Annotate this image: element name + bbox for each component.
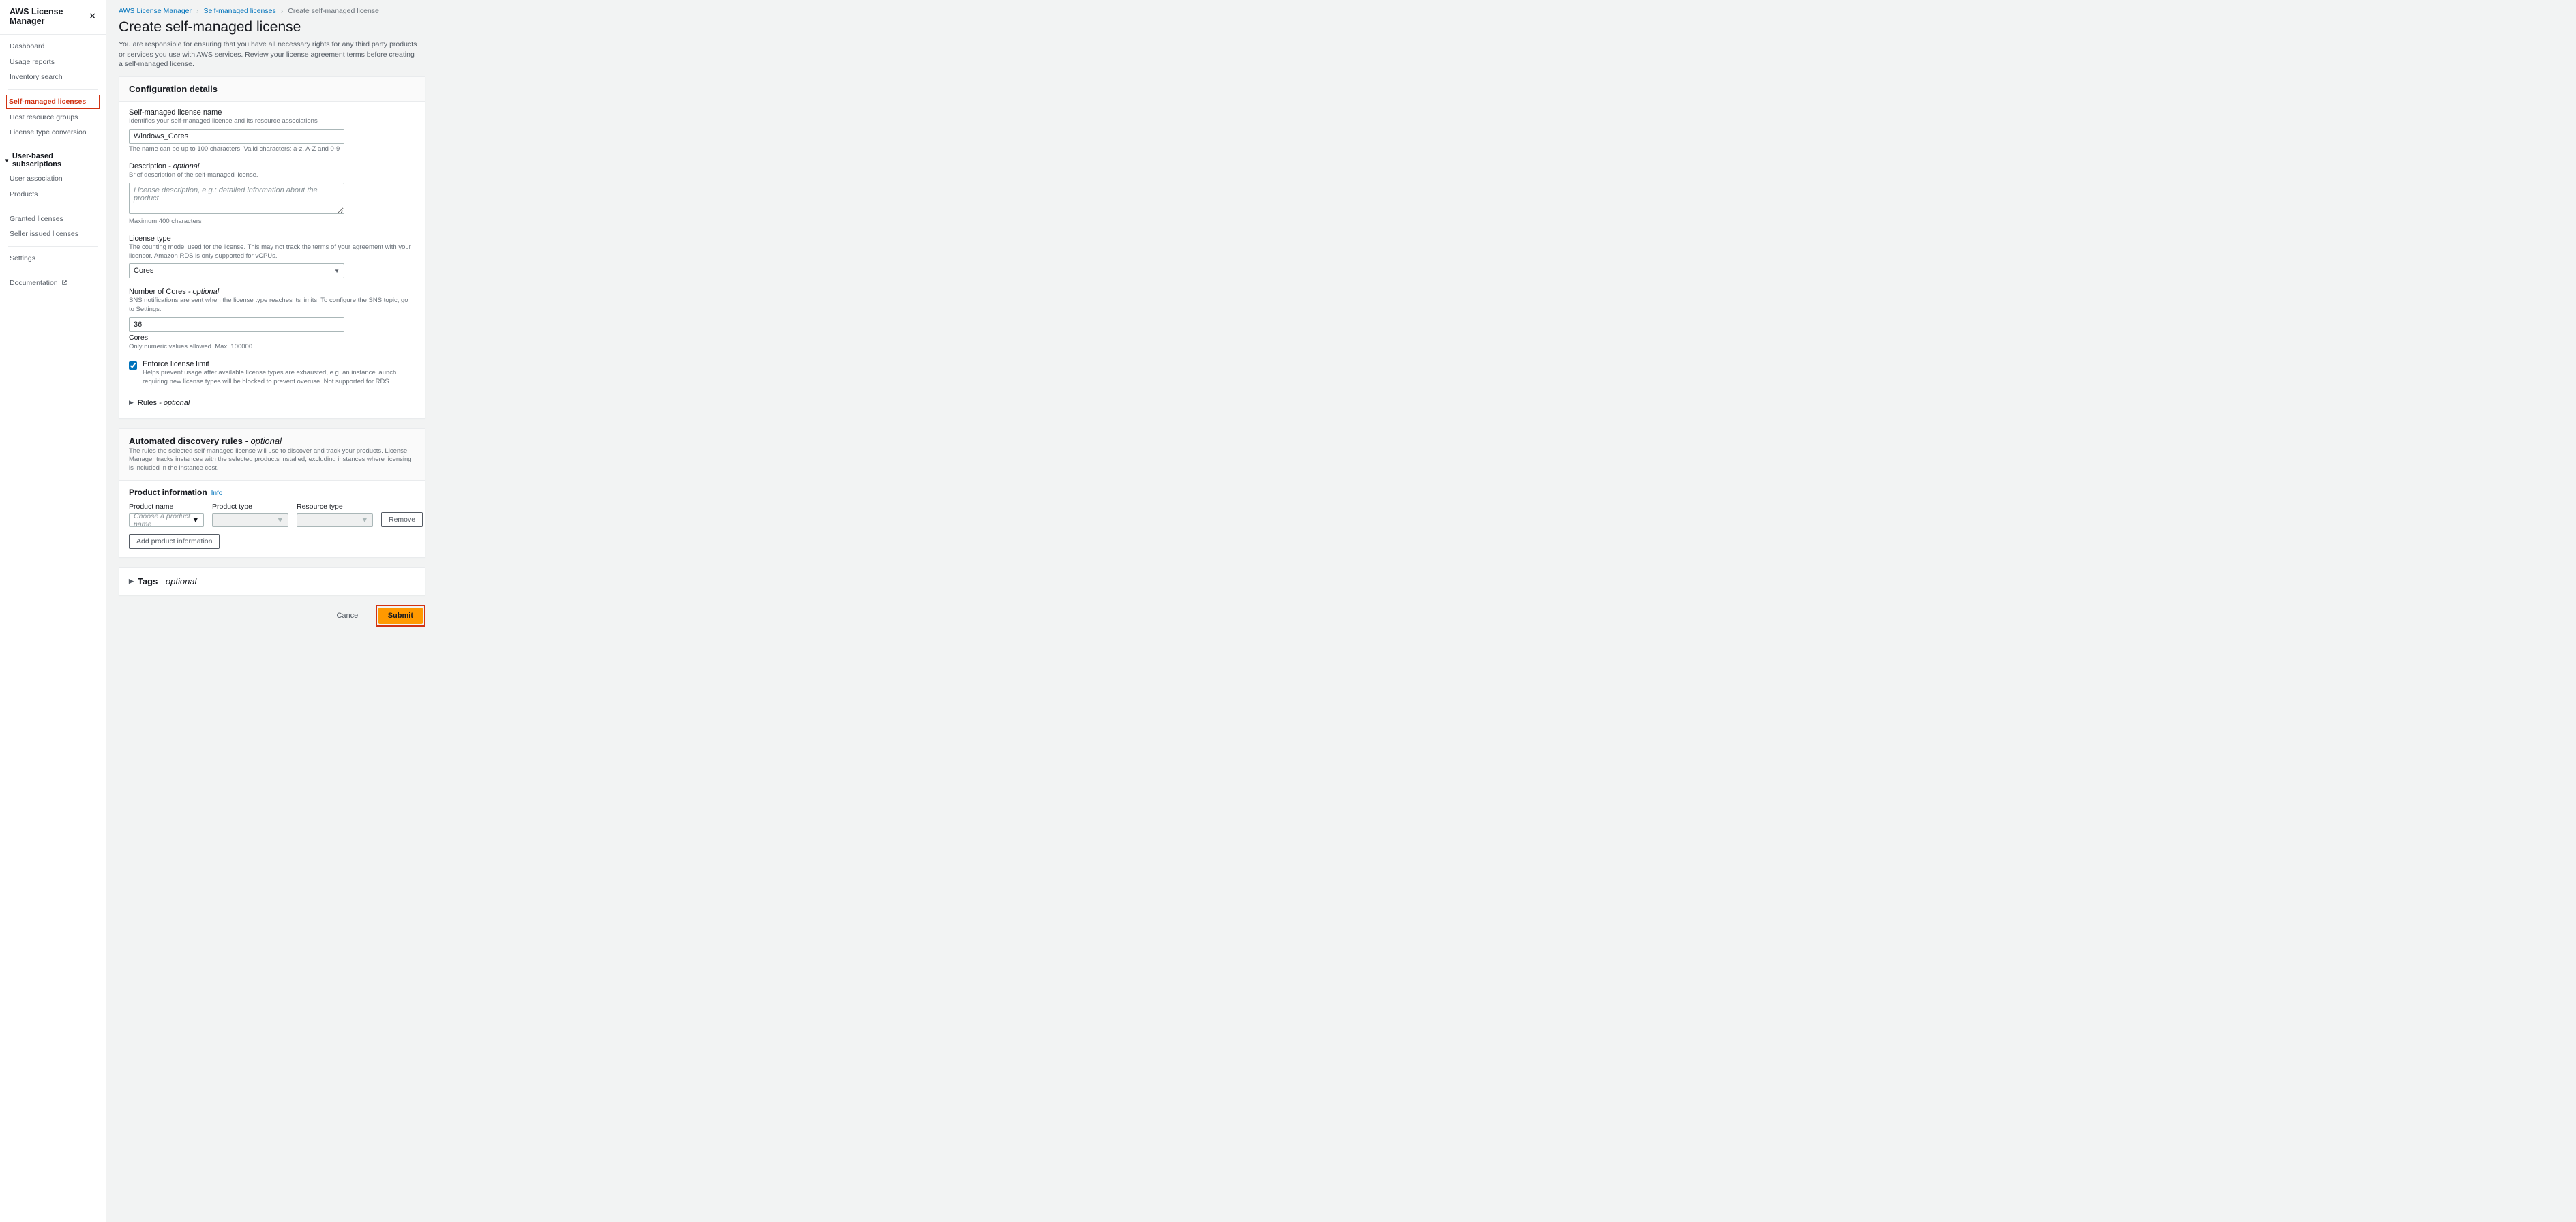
rules-disclosure[interactable]: ▶ Rules - optional (129, 396, 415, 410)
num-cores-help: Only numeric values allowed. Max: 100000 (129, 343, 415, 351)
sidebar-item[interactable]: Products (8, 187, 98, 203)
external-link-icon (61, 280, 68, 286)
resource-type-select: ▼ (297, 513, 373, 527)
resource-type-label: Resource type (297, 503, 373, 511)
sidebar-item[interactable]: Usage reports (8, 55, 98, 70)
info-link[interactable]: Info (211, 490, 223, 497)
license-type-label: License type (129, 235, 415, 243)
add-product-button[interactable]: Add product information (129, 534, 220, 549)
sidebar-item[interactable]: License type conversion (8, 125, 98, 140)
enforce-limit-label: Enforce license limit (143, 360, 415, 368)
product-type-select: ▼ (212, 513, 288, 527)
sidebar-item[interactable]: Settings (8, 251, 98, 267)
sidebar-item[interactable]: Self-managed licenses (6, 95, 100, 109)
sidebar-item[interactable]: Dashboard (8, 39, 98, 55)
sidebar-item[interactable]: Host resource groups (8, 110, 98, 125)
license-name-help: The name can be up to 100 characters. Va… (129, 145, 415, 153)
breadcrumb-parent[interactable]: Self-managed licenses (204, 7, 276, 15)
sidebar-title: AWS License Manager (10, 7, 89, 26)
license-name-input[interactable] (129, 129, 344, 144)
sidebar-item[interactable]: Seller issued licenses (8, 226, 98, 242)
close-icon[interactable]: ✕ (89, 11, 96, 22)
description-label: Description - optional (129, 162, 415, 170)
enforce-limit-checkbox[interactable] (129, 361, 137, 370)
license-name-hint: Identifies your self-managed license and… (129, 117, 415, 126)
breadcrumb-current: Create self-managed license (288, 7, 379, 15)
remove-button[interactable]: Remove (381, 512, 423, 527)
num-cores-input[interactable] (129, 317, 344, 332)
submit-button[interactable]: Submit (378, 608, 423, 624)
product-type-label: Product type (212, 503, 288, 511)
configuration-panel: Configuration details Self-managed licen… (119, 76, 425, 419)
auto-discovery-panel: Automated discovery rules - optional The… (119, 428, 425, 558)
cancel-button[interactable]: Cancel (327, 608, 368, 623)
product-row: Product name Choose a product name ▼ Pro… (129, 503, 415, 527)
caret-down-icon: ▼ (192, 516, 199, 524)
description-input[interactable] (129, 183, 344, 214)
caret-down-icon: ▼ (361, 516, 368, 524)
footer-actions: Cancel Submit (119, 605, 425, 627)
num-cores-label: Number of Cores - optional (129, 288, 415, 296)
page-title: Create self-managed license (119, 19, 2564, 35)
sidebar-item[interactable]: Inventory search (8, 70, 98, 85)
triangle-right-icon: ▶ (129, 399, 134, 406)
sidebar-item[interactable]: Granted licenses (8, 211, 98, 227)
sidebar-item[interactable]: Documentation (8, 275, 98, 291)
product-info-header: Product information (129, 488, 207, 497)
tags-disclosure[interactable]: ▶ Tags - optional (119, 568, 425, 595)
enforce-limit-help: Helps prevent usage after available lice… (143, 369, 415, 387)
auto-discovery-sub: The rules the selected self-managed lice… (129, 447, 415, 473)
triangle-down-icon: ▼ (4, 158, 10, 164)
chevron-right-icon: › (281, 7, 284, 15)
submit-highlight: Submit (376, 605, 425, 627)
configuration-header: Configuration details (129, 84, 415, 94)
tags-panel: ▶ Tags - optional (119, 567, 425, 595)
product-name-select[interactable]: Choose a product name ▼ (129, 513, 204, 527)
caret-down-icon: ▼ (277, 516, 284, 524)
sidebar-section[interactable]: ▼User-based subscriptions (4, 149, 98, 171)
sidebar-item[interactable]: User association (8, 171, 98, 187)
num-cores-unit: Cores (129, 333, 415, 342)
license-type-select[interactable]: Cores ▼ (129, 263, 344, 278)
caret-down-icon: ▼ (334, 268, 340, 274)
breadcrumb: AWS License Manager › Self-managed licen… (119, 7, 2564, 15)
main-content: AWS License Manager › Self-managed licen… (106, 0, 2576, 1222)
license-type-hint: The counting model used for the license.… (129, 243, 415, 261)
triangle-right-icon: ▶ (129, 578, 134, 585)
auto-discovery-header: Automated discovery rules - optional (129, 436, 415, 446)
breadcrumb-root[interactable]: AWS License Manager (119, 7, 192, 15)
page-description: You are responsible for ensuring that yo… (119, 40, 419, 70)
sidebar: AWS License Manager ✕ DashboardUsage rep… (0, 0, 106, 1222)
description-hint: Brief description of the self-managed li… (129, 171, 415, 180)
description-help: Maximum 400 characters (129, 218, 415, 225)
license-name-label: Self-managed license name (129, 108, 415, 117)
num-cores-hint: SNS notifications are sent when the lice… (129, 297, 415, 314)
chevron-right-icon: › (196, 7, 199, 15)
product-name-label: Product name (129, 503, 204, 511)
